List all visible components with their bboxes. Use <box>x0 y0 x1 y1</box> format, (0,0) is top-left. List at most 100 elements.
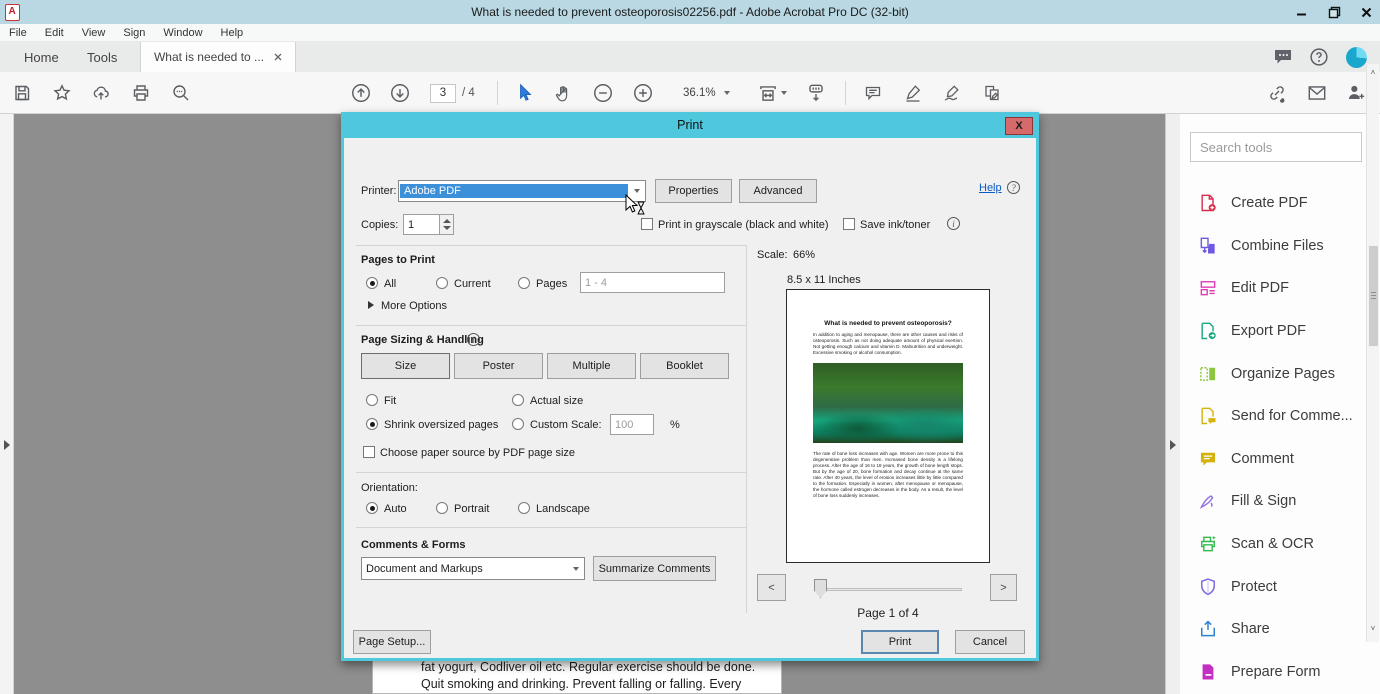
cloud-upload-icon[interactable] <box>91 83 111 103</box>
grayscale-checkbox[interactable] <box>641 218 653 230</box>
menu-window[interactable]: Window <box>154 27 211 39</box>
user-avatar[interactable] <box>1346 47 1367 68</box>
menu-help[interactable]: Help <box>212 27 253 39</box>
hand-tool-icon[interactable] <box>554 83 574 103</box>
zoom-level-value[interactable]: 36.1% <box>683 87 716 99</box>
tab-document[interactable]: What is needed to ... <box>140 42 296 72</box>
sidebar-item-export-pdf[interactable]: Export PDF <box>1180 310 1366 353</box>
page-range-input[interactable]: 1 - 4 <box>580 272 725 293</box>
help-question-circle-icon[interactable]: ? <box>1007 181 1020 194</box>
shrink-radio[interactable] <box>366 418 378 430</box>
multiple-button[interactable]: Multiple <box>547 353 636 379</box>
sidebar-item-protect[interactable]: Protect <box>1180 565 1366 608</box>
copies-input[interactable]: 1 <box>403 214 440 235</box>
stamp-tool-icon[interactable] <box>982 83 1002 103</box>
save-ink-info-icon[interactable]: i <box>947 217 960 230</box>
zoom-in-icon[interactable] <box>632 82 654 104</box>
star-favorites-icon[interactable] <box>52 83 72 103</box>
fit-width-icon[interactable] <box>757 82 779 104</box>
print-button[interactable]: Print <box>861 630 939 654</box>
menu-file[interactable]: File <box>0 27 36 39</box>
sidebar-item-edit-pdf[interactable]: Edit PDF <box>1180 267 1366 310</box>
sidebar-item-combine-files[interactable]: Combine Files <box>1180 225 1366 268</box>
sign-tool-icon[interactable] <box>942 83 962 103</box>
search-icon[interactable] <box>171 83 191 103</box>
pages-current-radio[interactable] <box>436 277 448 289</box>
cancel-button[interactable]: Cancel <box>955 630 1025 654</box>
next-page-icon[interactable] <box>389 82 411 104</box>
tab-home[interactable]: Home <box>12 42 71 72</box>
custom-scale-input[interactable]: 100 <box>610 414 654 435</box>
preview-slider-track[interactable] <box>814 588 962 591</box>
scroll-up-icon[interactable]: ˄ <box>1367 66 1379 80</box>
dialog-close-button[interactable]: X <box>1005 117 1033 135</box>
sidebar-item-organize-pages[interactable]: Organize Pages <box>1180 352 1366 395</box>
more-options-label[interactable]: More Options <box>381 300 447 312</box>
link-share-icon[interactable] <box>1266 82 1288 104</box>
page-setup-button[interactable]: Page Setup... <box>353 630 431 654</box>
add-people-icon[interactable] <box>1345 82 1367 104</box>
size-button[interactable]: Size <box>361 353 450 379</box>
orientation-auto-radio[interactable] <box>366 502 378 514</box>
save-ink-checkbox[interactable] <box>843 218 855 230</box>
tools-pane-toggle-icon[interactable] <box>1170 440 1176 450</box>
printer-select-caret-icon[interactable] <box>629 189 645 193</box>
sidebar-item-prepare-form[interactable]: Prepare Form <box>1180 651 1366 694</box>
sidebar-item-share[interactable]: Share <box>1180 608 1366 651</box>
sidebar-item-create-pdf[interactable]: Create PDF <box>1180 182 1366 225</box>
more-options-expand-icon[interactable] <box>368 301 374 309</box>
custom-scale-radio[interactable] <box>512 418 524 430</box>
print-dialog-titlebar[interactable]: Print X <box>344 115 1036 138</box>
copies-spinner[interactable] <box>439 214 454 235</box>
sidebar-item-fill-sign[interactable]: Fill & Sign <box>1180 480 1366 523</box>
search-tools-input[interactable] <box>1190 132 1362 162</box>
comment-tool-icon[interactable] <box>863 83 883 103</box>
email-icon[interactable] <box>1306 82 1328 104</box>
paper-source-checkbox[interactable] <box>363 446 375 458</box>
actual-size-radio[interactable] <box>512 394 524 406</box>
sidebar-scrollbar[interactable]: ˄ ˅ <box>1366 64 1379 642</box>
nav-pane-toggle-icon[interactable] <box>4 440 10 450</box>
sidebar-item-send-for-comments[interactable]: Send for Comme... <box>1180 395 1366 438</box>
properties-button[interactable]: Properties <box>655 179 732 203</box>
scrolling-mode-icon[interactable] <box>805 82 827 104</box>
preview-prev-button[interactable]: < <box>757 574 786 601</box>
notifications-comment-icon[interactable] <box>1273 48 1293 66</box>
print-icon[interactable] <box>131 83 151 103</box>
save-icon[interactable] <box>12 83 32 103</box>
pages-all-radio[interactable] <box>366 277 378 289</box>
preview-next-button[interactable]: > <box>990 574 1017 601</box>
scroll-down-icon[interactable]: ˅ <box>1367 622 1379 636</box>
close-window-button[interactable] <box>1358 4 1374 20</box>
zoom-dropdown-icon[interactable] <box>724 91 730 95</box>
menu-edit[interactable]: Edit <box>36 27 73 39</box>
page-sizing-info-icon[interactable]: i <box>467 333 480 346</box>
preview-slider-thumb[interactable] <box>814 579 827 598</box>
menu-view[interactable]: View <box>73 27 115 39</box>
scrollbar-thumb[interactable] <box>1369 246 1378 346</box>
previous-page-icon[interactable] <box>350 82 372 104</box>
minimize-button[interactable] <box>1294 4 1310 20</box>
tab-tools[interactable]: Tools <box>75 42 129 72</box>
highlight-tool-icon[interactable] <box>903 83 923 103</box>
sidebar-item-scan-ocr[interactable]: Scan & OCR <box>1180 523 1366 566</box>
poster-button[interactable]: Poster <box>454 353 543 379</box>
select-tool-icon[interactable] <box>516 83 534 103</box>
advanced-button[interactable]: Advanced <box>739 179 817 203</box>
orientation-landscape-radio[interactable] <box>518 502 530 514</box>
restore-button[interactable] <box>1326 4 1342 20</box>
help-link[interactable]: Help <box>979 182 1002 194</box>
fit-radio[interactable] <box>366 394 378 406</box>
printer-select[interactable]: Adobe PDF <box>398 180 646 202</box>
fit-dropdown-icon[interactable] <box>781 91 787 95</box>
summarize-comments-button[interactable]: Summarize Comments <box>593 556 716 581</box>
page-number-input[interactable]: 3 <box>430 84 456 103</box>
comments-forms-select[interactable]: Document and Markups <box>361 557 585 580</box>
tab-close-icon[interactable] <box>274 53 282 61</box>
booklet-button[interactable]: Booklet <box>640 353 729 379</box>
menu-sign[interactable]: Sign <box>114 27 154 39</box>
help-question-icon[interactable] <box>1309 47 1330 68</box>
comments-select-caret-icon[interactable] <box>568 567 584 571</box>
pages-pages-radio[interactable] <box>518 277 530 289</box>
zoom-out-icon[interactable] <box>592 82 614 104</box>
